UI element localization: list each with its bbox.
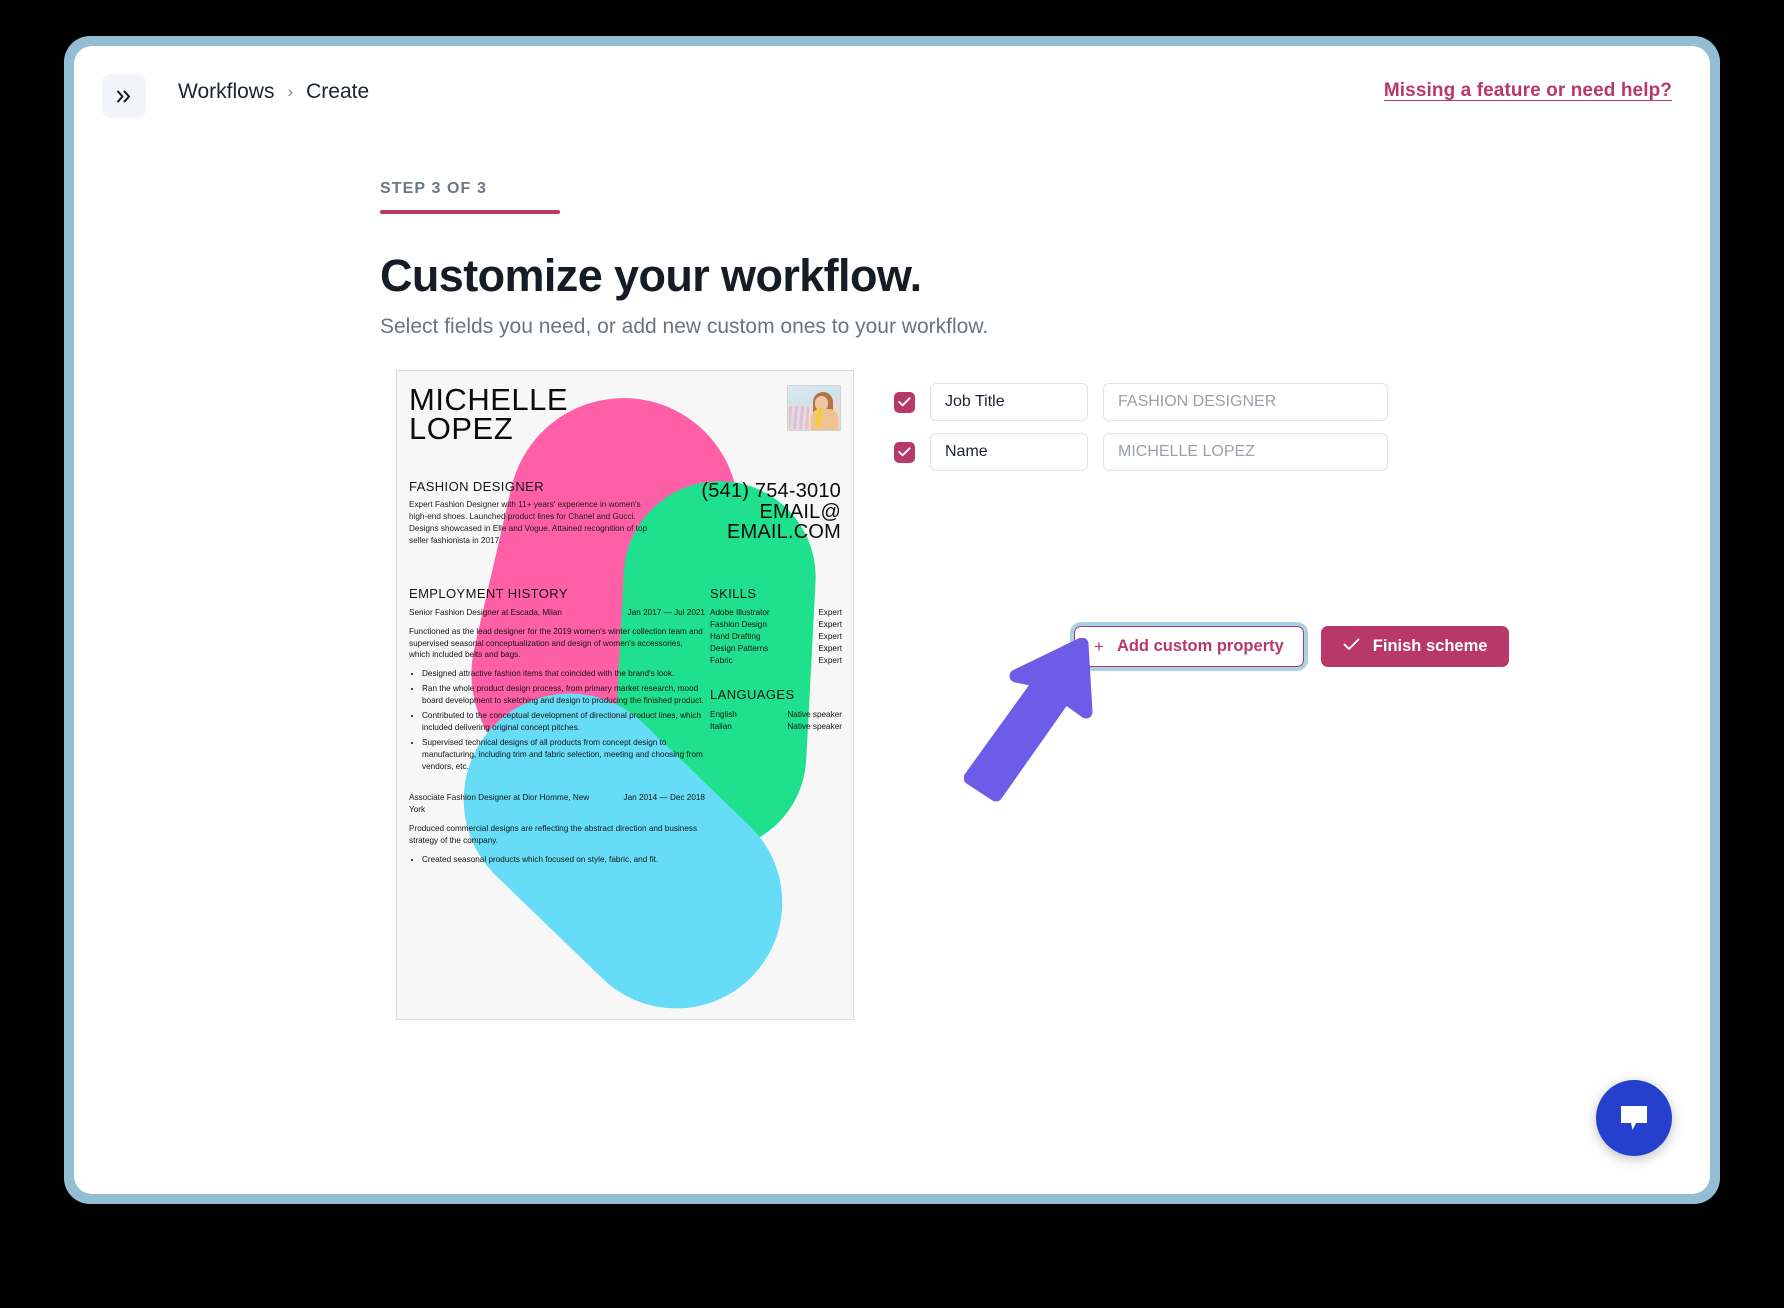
- step-progress-bar: [380, 210, 560, 214]
- resume-content: MICHELLE LOPEZ FASHION DESIGNER Expert Fa…: [397, 371, 853, 1019]
- job-bullet: Ran the whole product design process, fr…: [422, 683, 705, 707]
- check-icon: [1343, 637, 1360, 656]
- language-row: Italian Native speaker: [710, 721, 842, 733]
- resume-skills-list: Adobe Illustrator Expert Fashion Design Exp…: [710, 607, 842, 666]
- field-checkbox[interactable]: [894, 391, 915, 413]
- job-description: Functioned as the lead designer for the …: [409, 626, 703, 660]
- skill-row: Fabric Expert: [710, 655, 842, 667]
- skill-row-key: Adobe Illustrator: [710, 608, 770, 617]
- resume-avatar-photo: [787, 385, 841, 431]
- resume-phone: (541) 754-3010: [701, 480, 841, 502]
- language-row-key: Italian: [710, 721, 732, 731]
- field-row: Job Title FASHION DESIGNER: [894, 383, 1388, 421]
- job-role: Senior Fashion Designer at Escada, Milan: [409, 608, 562, 617]
- skill-row-key: Fabric: [710, 655, 733, 665]
- skill-row-value: Expert: [818, 608, 842, 617]
- skill-row-value: Expert: [818, 643, 842, 653]
- action-button-row: + Add custom property Finish scheme: [1074, 626, 1510, 667]
- skill-row-key: Design Patterns: [710, 643, 769, 653]
- resume-languages-title: LANGUAGES: [710, 687, 795, 702]
- job-bullet-list: Designed attractive fashion items that c…: [409, 668, 705, 772]
- chat-bubble-icon: [1621, 1106, 1647, 1130]
- top-bar: Workflows › Create Missing a feature or …: [74, 46, 1710, 138]
- job-bullet: Created seasonal products which focused …: [422, 854, 705, 866]
- skill-row: Adobe Illustrator Expert: [710, 607, 842, 619]
- check-icon: [898, 397, 911, 407]
- field-value-input[interactable]: MICHELLE LOPEZ: [1103, 433, 1388, 471]
- skill-row: Fashion Design Expert: [710, 619, 842, 631]
- job-header: Associate Fashion Designer at Dior Homme…: [409, 792, 705, 815]
- field-mapping-list: Job Title FASHION DESIGNER Name MICHELLE LO…: [894, 383, 1388, 483]
- language-row: English Native speaker: [710, 709, 842, 721]
- job-description: Produced commercial designs are reflecti…: [409, 823, 698, 845]
- chevrons-right-icon[interactable]: [102, 74, 146, 118]
- field-checkbox[interactable]: [894, 441, 915, 463]
- language-row-value: Native speaker: [787, 721, 842, 731]
- skill-row-value: Expert: [818, 655, 842, 665]
- resume-name: MICHELLE LOPEZ: [409, 382, 841, 447]
- skill-row: Hand Drafting Expert: [710, 631, 842, 643]
- resume-email-line2: EMAIL.COM: [726, 521, 841, 544]
- resume-employment-title: EMPLOYMENT HISTORY: [409, 586, 568, 601]
- job-role: Associate Fashion Designer at Dior Homme…: [409, 793, 590, 815]
- page-title: Customize your workflow.: [380, 250, 922, 301]
- resume-employment-list: Senior Fashion Designer at Escada, Milan…: [409, 607, 705, 868]
- add-custom-property-button[interactable]: + Add custom property: [1074, 626, 1304, 667]
- job-dates: Jan 2017 — Jul 2021: [627, 608, 705, 617]
- job-dates: Jan 2014 — Dec 2018: [623, 793, 705, 803]
- skill-row-value: Expert: [818, 631, 842, 641]
- app-card: Workflows › Create Missing a feature or …: [74, 46, 1710, 1194]
- resume-name-line: LOPEZ: [409, 411, 514, 447]
- job-bullet: Designed attractive fashion items that c…: [422, 668, 705, 680]
- resume-email-line1: EMAIL@: [759, 500, 841, 523]
- breadcrumb: Workflows › Create: [178, 80, 369, 104]
- step-indicator: STEP 3 OF 3: [380, 180, 560, 214]
- finish-scheme-button[interactable]: Finish scheme: [1320, 626, 1510, 667]
- job-spacer: [409, 775, 705, 792]
- step-label: STEP 3 OF 3: [380, 180, 487, 197]
- resume-languages-list: English Native speaker Italian Native speak…: [710, 709, 842, 733]
- skill-row-key: Hand Drafting: [710, 631, 761, 641]
- resume-job-title: FASHION DESIGNER: [409, 479, 544, 494]
- main-content: STEP 3 OF 3 Customize your workflow. Sel…: [74, 138, 1710, 1194]
- chat-widget-button[interactable]: [1596, 1080, 1672, 1156]
- language-row-value: Native speaker: [787, 710, 842, 719]
- skill-row-value: Expert: [818, 619, 842, 629]
- field-row: Name MICHELLE LOPEZ: [894, 433, 1388, 471]
- field-key-input[interactable]: Name: [930, 433, 1088, 471]
- page-subtitle: Select fields you need, or add new custo…: [380, 315, 989, 338]
- resume-skills-title: SKILLS: [710, 586, 757, 601]
- resume-preview[interactable]: MICHELLE LOPEZ FASHION DESIGNER Expert Fa…: [396, 370, 854, 1020]
- job-header: Senior Fashion Designer at Escada, Milan…: [409, 607, 705, 619]
- job-bullet: Supervised technical designs of all prod…: [422, 737, 705, 773]
- skill-row-key: Fashion Design: [710, 619, 767, 629]
- skill-row: Design Patterns Expert: [710, 643, 842, 655]
- help-link[interactable]: Missing a feature or need help?: [1384, 80, 1672, 102]
- language-row-key: English: [710, 710, 737, 719]
- job-bullet-list: Created seasonal products which focused …: [409, 854, 705, 866]
- add-custom-property-label: Add custom property: [1116, 637, 1284, 655]
- resume-contact: (541) 754-3010 EMAIL@ EMAIL.COM: [701, 481, 841, 543]
- breadcrumb-current[interactable]: Create: [306, 80, 369, 104]
- app-window-frame: Workflows › Create Missing a feature or …: [64, 36, 1720, 1204]
- resume-name-line: MICHELLE: [409, 382, 569, 417]
- breadcrumb-root[interactable]: Workflows: [178, 80, 274, 104]
- field-key-input[interactable]: Job Title: [930, 383, 1088, 421]
- chevrons-right-glyph: [116, 90, 130, 102]
- finish-scheme-label: Finish scheme: [1372, 637, 1488, 655]
- job-bullet: Contributed to the conceptual developmen…: [422, 710, 705, 734]
- plus-icon: +: [1094, 636, 1104, 656]
- check-icon: [898, 447, 911, 457]
- breadcrumb-separator-icon: ›: [287, 82, 294, 101]
- field-value-input[interactable]: FASHION DESIGNER: [1103, 383, 1388, 421]
- resume-summary: Expert Fashion Designer with 11+ years' …: [409, 500, 648, 545]
